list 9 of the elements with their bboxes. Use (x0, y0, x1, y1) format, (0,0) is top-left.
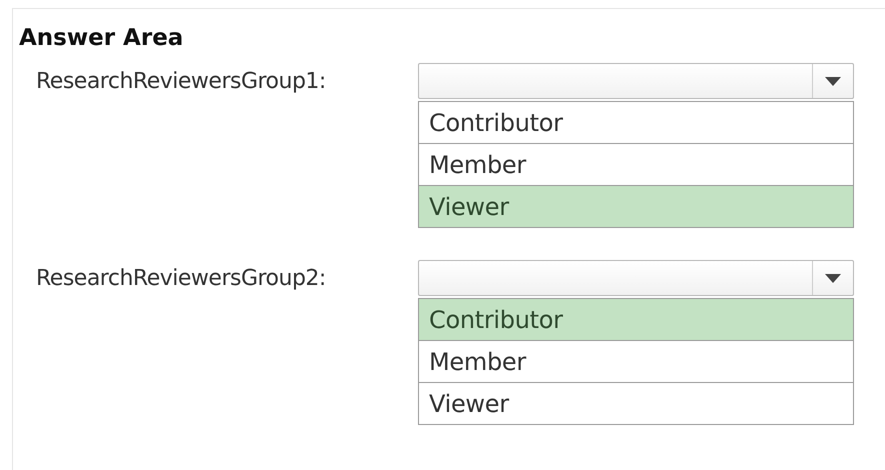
dropdown-option[interactable]: Viewer (419, 185, 853, 227)
section-title: Answer Area (19, 25, 184, 51)
dropdown-option[interactable]: Contributor (419, 298, 853, 340)
caret-icon (825, 274, 841, 282)
caret-icon (825, 76, 841, 86)
dropdown[interactable] (418, 260, 854, 296)
dropdown[interactable] (418, 63, 854, 99)
field-label: ResearchReviewersGroup2: (35, 265, 327, 293)
field-label: ResearchReviewersGroup1: (35, 68, 327, 96)
